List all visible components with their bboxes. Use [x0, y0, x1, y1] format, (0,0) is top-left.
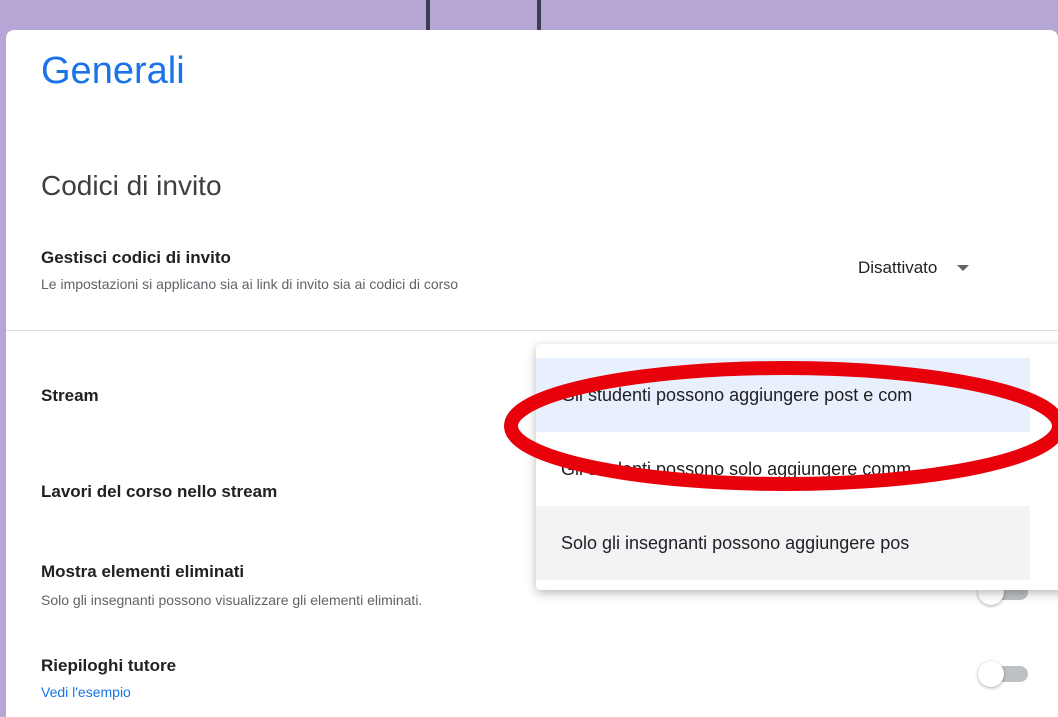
- see-example-link[interactable]: Vedi l'esempio: [41, 684, 131, 700]
- frame-divider: [537, 0, 541, 30]
- stream-option-label: Gli studenti possono aggiungere post e c…: [561, 384, 913, 405]
- stream-option-post-and-comment[interactable]: Gli studenti possono aggiungere post e c…: [536, 358, 1030, 432]
- stream-option-label: Gli studenti possono solo aggiungere com…: [561, 458, 912, 479]
- stream-options-menu: Gli studenti possono aggiungere post e c…: [536, 344, 1058, 590]
- setting-label-coursework-in-stream: Lavori del corso nello stream: [41, 482, 278, 501]
- stream-option-teachers-only[interactable]: Solo gli insegnanti possono aggiungere p…: [536, 506, 1030, 580]
- window-background-strip: [0, 0, 1058, 30]
- setting-desc-manage-invite-codes: Le impostazioni si applicano sia ai link…: [41, 276, 459, 292]
- page-title: Generali: [41, 50, 185, 92]
- settings-panel: Generali Codici di invito Gestisci codic…: [6, 30, 1058, 717]
- section-divider: [6, 330, 1058, 331]
- setting-label-show-deleted: Mostra elementi eliminati: [41, 562, 245, 581]
- setting-label-guardian-summaries: Riepiloghi tutore: [41, 656, 177, 675]
- toggle-thumb: [978, 661, 1004, 687]
- chevron-down-icon: [957, 265, 970, 271]
- setting-label-manage-invite-codes: Gestisci codici di invito: [41, 248, 231, 267]
- invite-codes-select[interactable]: Disattivato: [858, 258, 970, 278]
- invite-codes-select-value: Disattivato: [858, 258, 938, 277]
- setting-desc-show-deleted: Solo gli insegnanti possono visualizzare…: [41, 592, 423, 608]
- setting-label-stream: Stream: [41, 386, 99, 405]
- stream-option-comment-only[interactable]: Gli studenti possono solo aggiungere com…: [536, 432, 1030, 506]
- frame-divider: [426, 0, 430, 30]
- stream-option-label: Solo gli insegnanti possono aggiungere p…: [561, 532, 910, 553]
- section-title-invite-codes: Codici di invito: [41, 170, 222, 201]
- guardian-summaries-toggle[interactable]: [978, 660, 1030, 688]
